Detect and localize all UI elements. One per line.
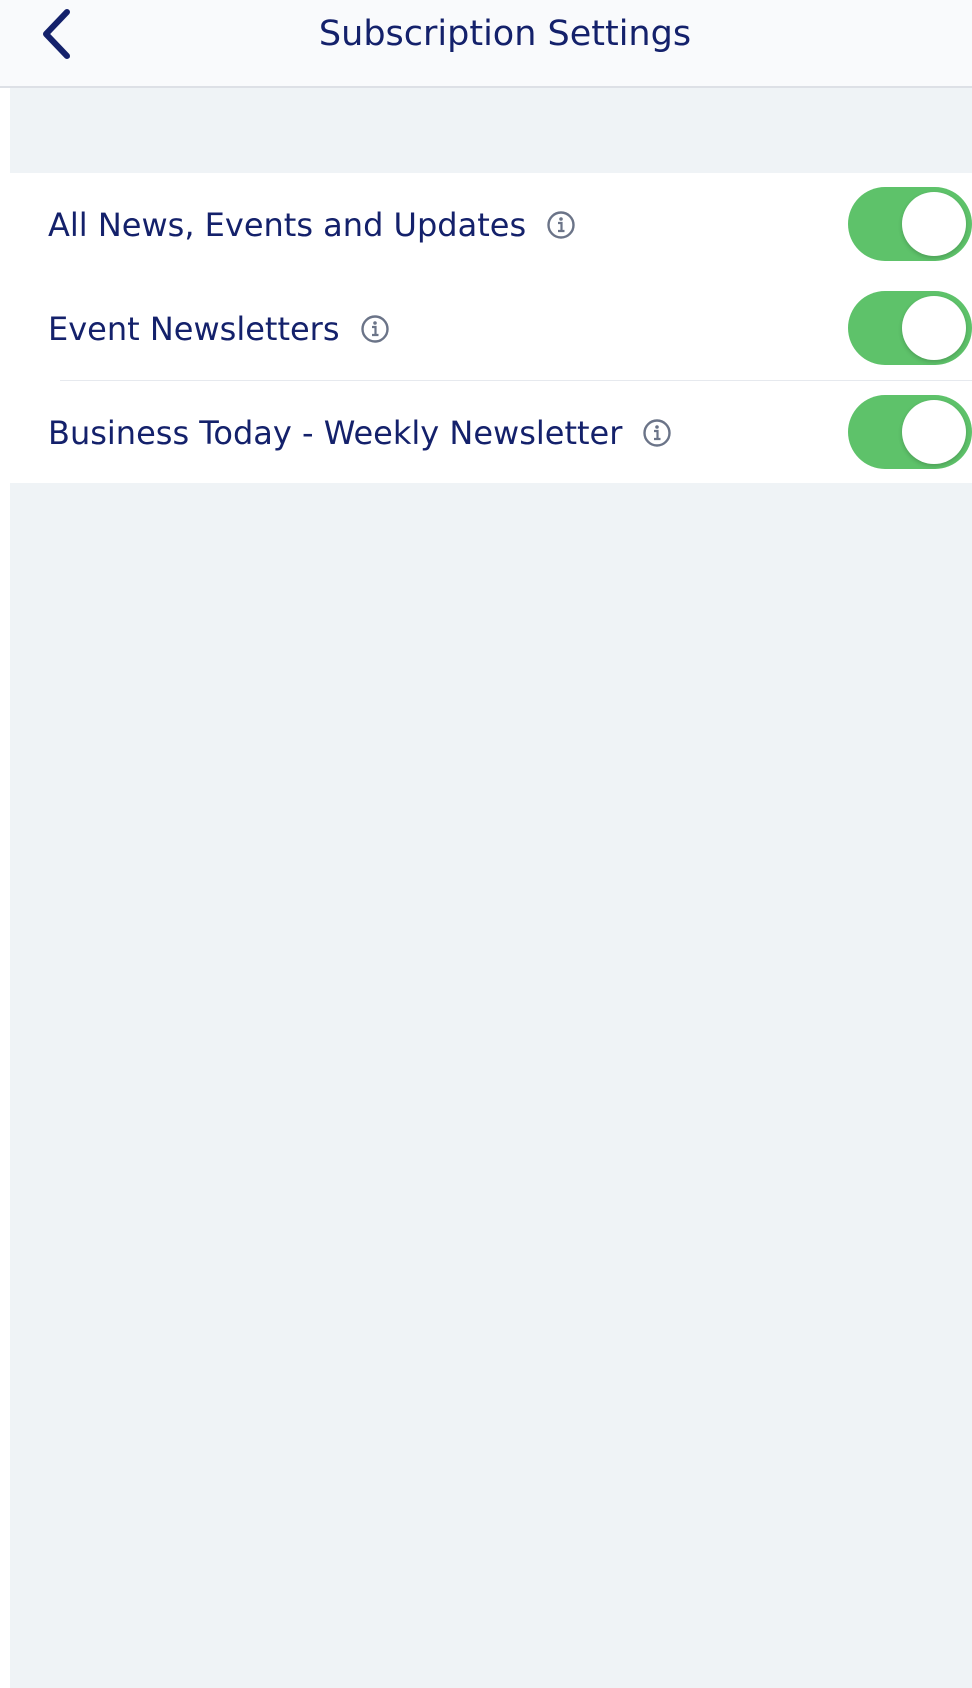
setting-row-event-newsletters: Event Newsletters [10,277,972,381]
toggle-knob [902,296,966,360]
page-title: Subscription Settings [318,14,692,54]
info-icon[interactable] [642,418,672,448]
toggle-business-today[interactable] [848,395,972,469]
setting-row-all-news: All News, Events and Updates [10,173,972,277]
subscription-settings-screen: Subscription Settings All News, Events a… [0,0,972,1688]
info-icon[interactable] [546,210,576,240]
toggle-event-newsletters[interactable] [848,291,972,365]
settings-list: All News, Events and Updates Event Newsl… [10,173,972,483]
setting-label: Event Newsletters [48,310,340,348]
toggle-knob [902,400,966,464]
setting-row-business-today: Business Today - Weekly Newsletter [10,381,972,485]
navigation-bar: Subscription Settings [0,0,972,88]
toggle-all-news[interactable] [848,187,972,261]
setting-label: All News, Events and Updates [48,206,527,244]
toggle-knob [902,192,966,256]
setting-label: Business Today - Weekly Newsletter [48,414,623,452]
info-icon[interactable] [360,314,390,344]
